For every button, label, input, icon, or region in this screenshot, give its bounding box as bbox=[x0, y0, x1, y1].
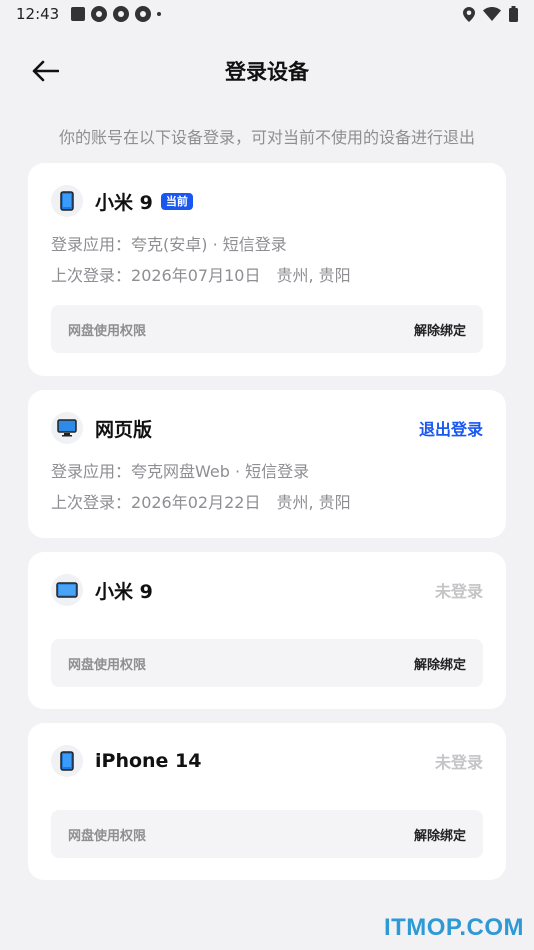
last-login: 上次登录：2026年07月10日 贵州, 贵阳 bbox=[51, 260, 483, 291]
permission-row: 网盘使用权限 解除绑定 bbox=[51, 305, 483, 353]
logged-out-status: 未登录 bbox=[434, 753, 483, 772]
page-hint: 你的账号在以下设备登录，可对当前不使用的设备进行退出 bbox=[58, 128, 475, 147]
phone-icon bbox=[51, 185, 83, 217]
unbind-button[interactable]: 解除绑定 bbox=[414, 320, 466, 339]
notification-icons bbox=[71, 6, 162, 22]
device-card: 小米 9 当前 登录应用：夸克(安卓) · 短信登录 上次登录：2026年07月… bbox=[28, 163, 506, 376]
last-login: 上次登录：2026年02月22日 贵州, 贵阳 bbox=[51, 487, 483, 518]
login-app: 登录应用：夸克网盘Web · 短信登录 bbox=[51, 462, 310, 481]
back-button[interactable] bbox=[28, 54, 62, 88]
login-app: 登录应用：夸克(安卓) · 短信登录 bbox=[51, 235, 287, 254]
device-name: 网页版 bbox=[95, 418, 153, 441]
permission-row: 网盘使用权限 解除绑定 bbox=[51, 810, 483, 858]
monitor-icon bbox=[51, 412, 83, 444]
watermark: ITMOP.COM bbox=[383, 914, 524, 941]
unbind-button[interactable]: 解除绑定 bbox=[414, 825, 466, 844]
permission-row: 网盘使用权限 解除绑定 bbox=[51, 639, 483, 687]
last-login-label: 上次登录： bbox=[51, 266, 132, 285]
permission-label: 网盘使用权限 bbox=[68, 657, 147, 673]
location-icon bbox=[463, 6, 475, 22]
wifi-icon bbox=[483, 7, 501, 21]
status-bar: 12:43 bbox=[0, 0, 534, 28]
device-card: 小米 9 未登录 网盘使用权限 解除绑定 bbox=[28, 552, 506, 709]
login-location: 贵州, 贵阳 bbox=[276, 266, 351, 285]
status-time: 12:43 bbox=[16, 5, 60, 23]
device-name: iPhone 14 bbox=[95, 750, 202, 772]
last-login-date: 2026年07月10日 bbox=[131, 266, 261, 285]
unbind-button[interactable]: 解除绑定 bbox=[414, 654, 466, 673]
app-notification-icon bbox=[71, 7, 86, 21]
page-title: 登录设备 bbox=[225, 60, 309, 84]
phone-icon bbox=[51, 745, 83, 777]
device-card: 网页版 退出登录 登录应用：夸克网盘Web · 短信登录 上次登录：2026年0… bbox=[28, 390, 506, 538]
battery-icon bbox=[509, 6, 518, 22]
back-arrow-icon bbox=[32, 60, 59, 82]
logout-button[interactable]: 退出登录 bbox=[419, 416, 483, 440]
tablet-icon bbox=[51, 574, 83, 606]
permission-label: 网盘使用权限 bbox=[68, 323, 147, 339]
last-login-label: 上次登录： bbox=[51, 493, 132, 512]
app-notification-icon bbox=[91, 6, 108, 22]
login-location: 贵州, 贵阳 bbox=[276, 493, 351, 512]
last-login-date: 2026年02月22日 bbox=[131, 493, 261, 512]
app-notification-icon bbox=[113, 6, 130, 22]
header: 登录设备 bbox=[0, 46, 534, 96]
more-notifications-icon bbox=[157, 12, 162, 16]
current-badge: 当前 bbox=[160, 192, 193, 210]
device-name: 小米 9 bbox=[95, 191, 153, 214]
app-notification-icon bbox=[135, 6, 152, 22]
device-name: 小米 9 bbox=[95, 580, 153, 603]
permission-label: 网盘使用权限 bbox=[68, 828, 147, 844]
logged-out-status: 未登录 bbox=[434, 582, 483, 601]
device-card: iPhone 14 未登录 网盘使用权限 解除绑定 bbox=[28, 723, 506, 880]
